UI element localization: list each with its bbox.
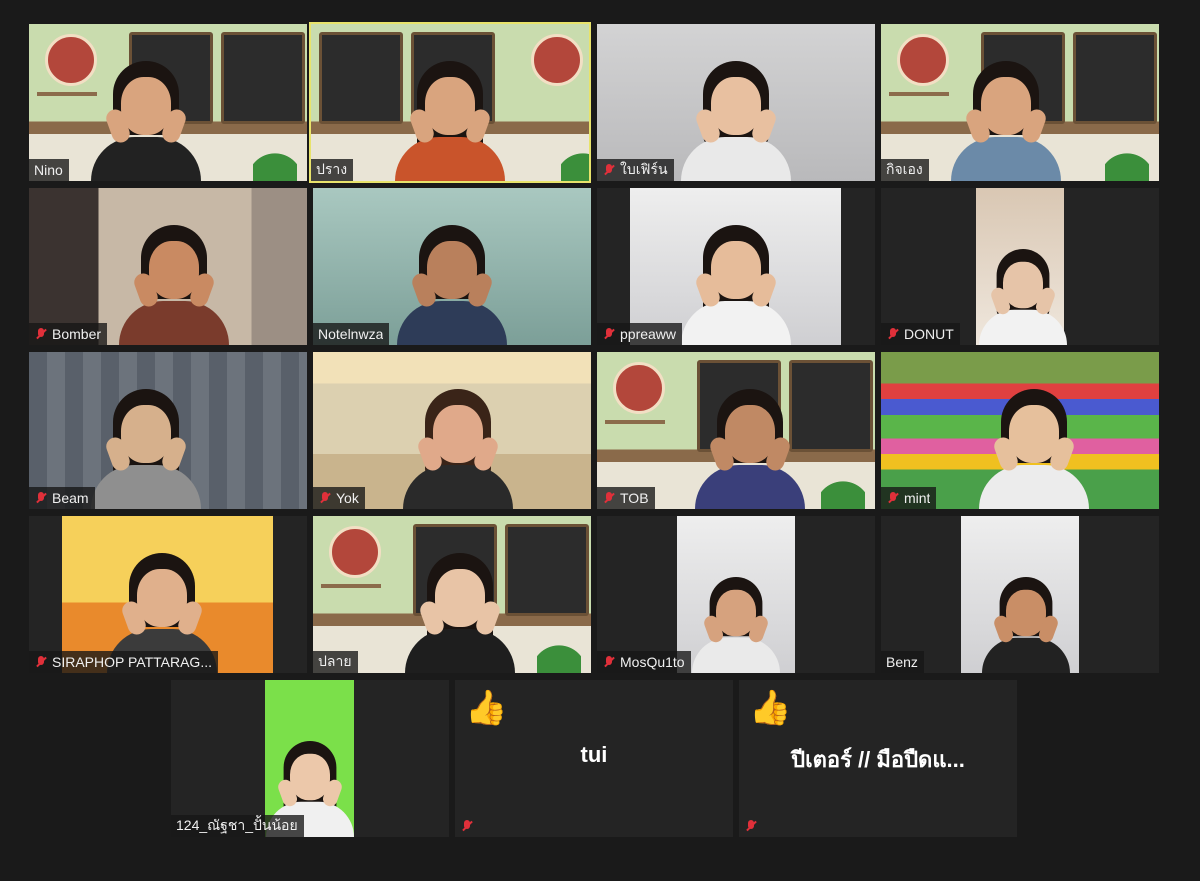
mic-muted-icon (34, 655, 48, 669)
video-tile-tui[interactable]: 👍 tui (455, 680, 733, 837)
participant-video (405, 543, 516, 673)
participant-video (692, 569, 780, 673)
participant-name-label: กิจเอง (881, 159, 929, 181)
participant-video (90, 379, 201, 509)
video-tile-mint[interactable]: mint (881, 352, 1159, 509)
mic-muted-icon (602, 163, 616, 177)
participant-name-label (455, 815, 480, 837)
mic-muted-icon (602, 491, 616, 505)
participant-video (978, 379, 1089, 509)
participant-name-label: Beam (29, 487, 95, 509)
participant-video (978, 241, 1067, 345)
video-tile-siraphop[interactable]: SIRAPHOP PATTARAG... (29, 516, 307, 673)
video-tile-kitaeng[interactable]: กิจเอง (881, 24, 1159, 181)
participant-name-label: Benz (881, 651, 924, 673)
video-tile-mosqu1to[interactable]: MosQu1to (597, 516, 875, 673)
participant-name-label: DONUT (881, 323, 960, 345)
mic-muted-icon (744, 819, 758, 833)
video-tile-baifern[interactable]: ใบเฟิร์น (597, 24, 875, 181)
participant-name-label: ใบเฟิร์น (597, 159, 674, 181)
participant-name-label: SIRAPHOP PATTARAG... (29, 651, 218, 673)
video-tile-donut[interactable]: DONUT (881, 188, 1159, 345)
mic-muted-icon (34, 327, 48, 341)
mic-muted-icon (886, 491, 900, 505)
participant-name-label (739, 815, 764, 837)
mic-muted-icon (34, 491, 48, 505)
participant-name-label: MosQu1to (597, 651, 691, 673)
participant-name-label: 124_ณัฐชา_ปั้นน้อย (171, 815, 304, 837)
participant-name-label: ppreaww (597, 323, 683, 345)
participant-name-label: Notelnwza (313, 323, 390, 345)
participant-name-label: ปลาย (313, 651, 358, 673)
participant-video (694, 379, 805, 509)
participant-video (118, 215, 229, 345)
mic-muted-icon (602, 655, 616, 669)
participant-name-label: ปราง (311, 159, 354, 181)
participant-name-label: TOB (597, 487, 655, 509)
thumbs-up-icon: 👍 (465, 689, 508, 727)
participant-name-label: mint (881, 487, 937, 509)
participant-video (951, 51, 1062, 181)
participant-video (397, 215, 507, 345)
participant-video (402, 379, 513, 509)
video-tile-beam[interactable]: Beam (29, 352, 307, 509)
participant-video (90, 51, 201, 181)
video-tile-notelnwza[interactable]: Notelnwza (313, 188, 591, 345)
participant-name-label: Nino (29, 159, 69, 181)
video-tile-natcha[interactable]: 124_ณัฐชา_ปั้นน้อย (171, 680, 449, 837)
mic-muted-icon (318, 491, 332, 505)
participant-video (681, 215, 791, 345)
video-tile-plai[interactable]: ปลาย (313, 516, 591, 673)
participant-display-name: tui (580, 742, 608, 767)
participant-display-name: ปีเตอร์ // มือปืดแ... (791, 747, 965, 772)
mic-muted-icon (460, 819, 474, 833)
participant-video (981, 569, 1070, 673)
video-tile-ppreaww[interactable]: ppreaww (597, 188, 875, 345)
mic-muted-icon (602, 327, 616, 341)
participant-video (681, 51, 791, 181)
video-tile-yok[interactable]: Yok (313, 352, 591, 509)
video-tile-prang[interactable]: ปราง (309, 22, 591, 183)
video-tile-bomber[interactable]: Bomber (29, 188, 307, 345)
mic-muted-icon (886, 327, 900, 341)
participant-video (395, 51, 505, 181)
video-tile-tob[interactable]: TOB (597, 352, 875, 509)
video-tile-benz[interactable]: Benz (881, 516, 1159, 673)
thumbs-up-icon: 👍 (749, 689, 792, 727)
participant-name-label: Bomber (29, 323, 108, 345)
video-tile-nino[interactable]: Nino (29, 24, 307, 181)
participant-name-label: Yok (313, 487, 365, 509)
video-tile-peter[interactable]: 👍 ปีเตอร์ // มือปืดแ... (739, 680, 1017, 837)
